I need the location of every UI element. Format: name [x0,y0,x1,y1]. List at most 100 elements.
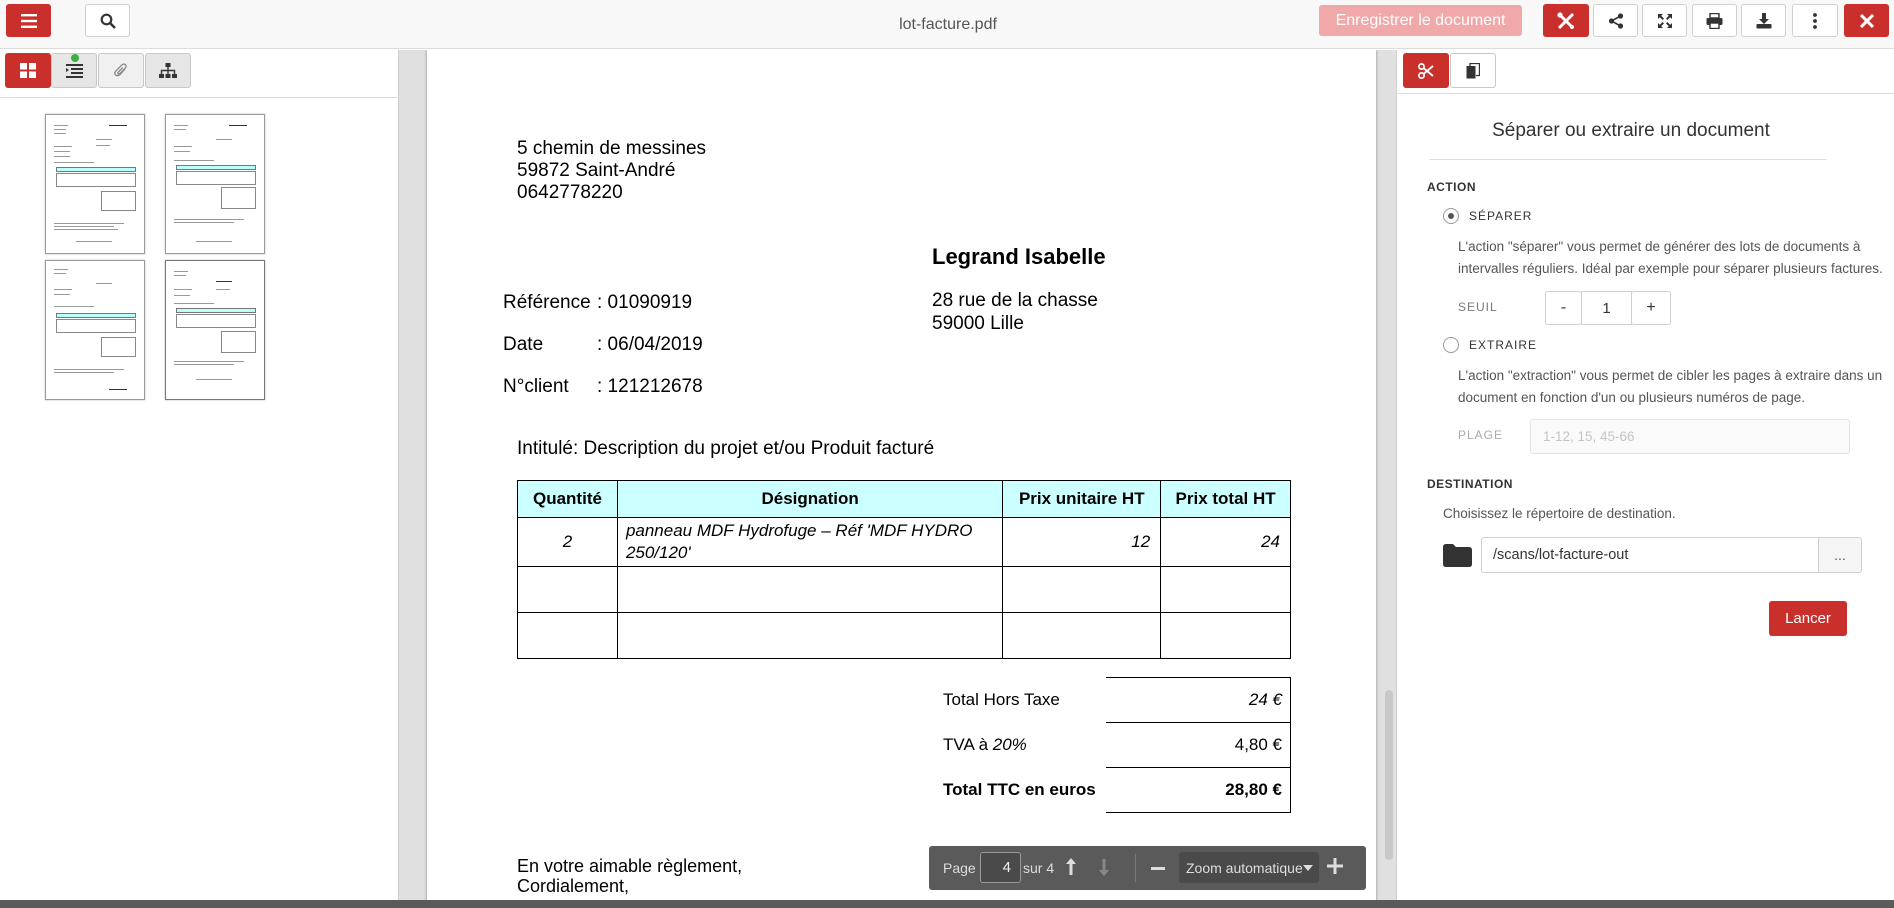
arrow-down-icon [1099,859,1109,876]
folder-icon [1443,544,1472,567]
threshold-input[interactable]: 1 [1581,291,1632,325]
range-input[interactable]: 1-12, 15, 45-66 [1530,419,1850,454]
total-ttc-label: Total TTC en euros [943,780,1096,799]
previous-page-button[interactable] [1064,857,1080,879]
date-value: : 06/04/2019 [597,334,703,355]
threshold-plus-button[interactable]: + [1631,291,1671,325]
destination-section-label: DESTINATION [1427,477,1513,491]
document-title: lot-facture.pdf [899,16,997,33]
row-designation: panneau MDF Hydrofuge – Réf 'MDF HYDRO 2… [616,517,1004,567]
header-prix-unitaire: Prix unitaire HT [1002,480,1162,518]
extract-description: L'action "extraction" vous permet de cib… [1458,368,1883,405]
launch-button[interactable]: Lancer [1769,601,1847,636]
thumbnail-panel [0,50,399,900]
invoice-table: Quantité Désignation Prix unitaire HT Pr… [517,480,1291,659]
total-ht-label: Total Hors Taxe [943,690,1060,709]
outline-list-icon [65,63,83,78]
range-label: PLAGE [1458,428,1504,442]
row-total-price: 24 [1160,517,1291,567]
paperclip-icon [114,62,127,76]
closing-line-2: Cordialement, [517,876,630,896]
search-icon [100,13,116,29]
threshold-label: SEUIL [1458,300,1498,314]
tools-icon [1557,11,1575,29]
total-ht-value: 24 € [1106,677,1291,723]
tab-thumbnails[interactable] [5,53,51,88]
search-button[interactable] [85,4,130,37]
grid-icon [20,63,36,78]
fullscreen-button[interactable] [1642,4,1687,37]
destination-path-input[interactable]: /scans/lot-facture-out [1481,537,1819,573]
zoom-select[interactable]: Zoom automatique [1179,852,1319,883]
client-address-line-1: 28 rue de la chasse [932,290,1098,311]
tva-label: TVA à 20% [943,735,1027,754]
header-designation: Désignation [616,480,1004,518]
download-button[interactable] [1741,4,1786,37]
viewer-scrollbar[interactable] [1385,690,1393,860]
tva-value: 4,80 € [1106,722,1291,768]
table-row: 2 panneau MDF Hydrofuge – Réf 'MDF HYDRO… [517,517,1291,567]
scissors-icon [1418,62,1434,79]
threshold-minus-button[interactable]: - [1545,291,1582,325]
left-panel-tabs [0,50,399,98]
totals-table: Total Hors Taxe 24 € TVA à 20% 4,80 € To… [943,677,1291,813]
close-button[interactable] [1844,4,1889,37]
extract-label[interactable]: EXTRAIRE [1469,338,1537,352]
closing-line-1: En votre aimable règlement, [517,856,743,876]
minus-icon [1151,866,1165,870]
table-row [517,566,1291,613]
tab-outline[interactable] [51,53,97,88]
tab-attachments[interactable] [98,53,144,88]
split-label[interactable]: SÉPARER [1469,209,1532,223]
page-thumbnail-1[interactable] [45,114,145,254]
invoice-table-header: Quantité Désignation Prix unitaire HT Pr… [517,480,1291,518]
split-description: L'action "séparer" vous permet de génére… [1458,239,1883,276]
tab-split[interactable] [1403,53,1449,88]
row-unit-price: 12 [1002,517,1162,567]
tools-button[interactable] [1543,4,1589,37]
reference-value: : 01090919 [597,292,693,313]
page-thumbnail-2[interactable] [165,114,265,254]
pdf-viewer[interactable]: 5 chemin de messines 59872 Saint-André 0… [399,50,1396,900]
split-radio[interactable] [1443,208,1459,224]
zoom-out-button[interactable] [1149,860,1167,876]
page-thumbnail-3[interactable] [45,260,145,400]
dropdown-caret-icon [1303,865,1313,871]
sender-address-line-2: 59872 Saint-André [517,160,676,181]
top-toolbar: lot-facture.pdf Enregistrer le document [0,0,1894,49]
tab-structure[interactable] [145,53,191,88]
hamburger-icon [20,13,37,28]
status-dot [71,54,79,62]
menu-button[interactable] [6,4,51,37]
extract-radio[interactable] [1443,337,1459,353]
tab-copy[interactable] [1450,53,1496,88]
share-button[interactable] [1593,4,1638,37]
toolbar-divider [1135,854,1136,882]
pdf-page: 5 chemin de messines 59872 Saint-André 0… [427,50,1376,900]
title-divider [1429,159,1827,160]
total-ttc-value: 28,80 € [1106,767,1291,813]
sitemap-icon [159,63,177,78]
more-options-button[interactable] [1792,4,1838,37]
client-name: Legrand Isabelle [932,244,1106,269]
zoom-value: Zoom automatique [1186,859,1303,876]
date-label: Date [503,334,544,355]
browse-destination-button[interactable]: ... [1818,537,1862,573]
zoom-in-button[interactable] [1327,858,1345,876]
print-icon [1706,12,1723,29]
save-document-button[interactable]: Enregistrer le document [1319,5,1522,36]
print-button[interactable] [1692,4,1737,37]
reference-label: Référence [503,292,591,313]
split-extract-panel: Séparer ou extraire un document ACTION S… [1396,50,1894,900]
client-number-label: N°client [503,376,569,397]
expand-icon [1657,13,1672,28]
table-row [517,612,1291,659]
right-panel-tabs [1397,50,1894,94]
page-thumbnail-4[interactable] [165,260,265,400]
page-number-input[interactable]: 4 [980,852,1021,883]
next-page-button[interactable] [1097,857,1113,879]
header-quantite: Quantité [517,480,618,518]
copy-icon [1466,62,1480,78]
client-address-line-2: 59000 Lille [932,313,1024,334]
bottom-status-bar [0,900,1894,908]
